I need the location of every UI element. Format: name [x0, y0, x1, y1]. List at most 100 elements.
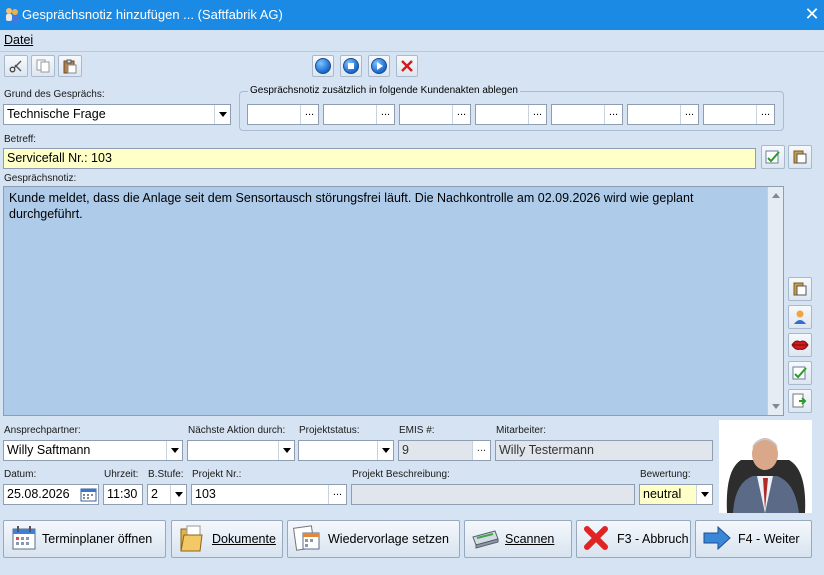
weiter-button[interactable]: F4 - Weiter [695, 520, 812, 558]
datum-label: Datum: [4, 469, 37, 480]
notiz-textarea[interactable]: Kunde meldet, dass die Anlage seit dem S… [3, 186, 784, 416]
naechste-aktion-label: Nächste Aktion durch: [188, 425, 286, 436]
toolbar [0, 53, 824, 81]
delete-x-icon[interactable] [396, 55, 418, 77]
spellcheck-icon[interactable] [788, 361, 812, 385]
title-bar: Gesprächsnotiz hinzufügen ... (Saftfabri… [0, 0, 824, 30]
wiedervorlage-label: Wiedervorlage setzen [328, 532, 449, 546]
calendar-icon [10, 524, 38, 555]
grund-label: Grund des Gesprächs: [4, 89, 105, 100]
kundenakte-field-7[interactable]: ... [703, 104, 775, 125]
uhrzeit-label: Uhrzeit: [104, 469, 139, 480]
spellcheck-icon[interactable] [761, 145, 785, 169]
chevron-down-icon[interactable] [278, 441, 294, 460]
ansprechpartner-label: Ansprechpartner: [4, 425, 81, 436]
folder-icon [178, 523, 206, 556]
arrow-right-icon [702, 525, 732, 553]
notiz-label: Gesprächsnotiz: [4, 173, 77, 184]
bstufe-value: 2 [151, 487, 158, 501]
cancel-x-icon [583, 525, 609, 554]
ellipsis-button[interactable]: ... [300, 105, 318, 124]
projektbeschreibung-label: Projekt Beschreibung: [352, 469, 450, 480]
chevron-down-icon[interactable] [170, 485, 186, 504]
grund-value: Technische Frage [7, 107, 106, 121]
contact-person-icon[interactable] [788, 305, 812, 329]
dokumente-label: Dokumente [212, 532, 276, 546]
people-icon [4, 6, 20, 24]
ellipsis-button[interactable]: ... [604, 105, 622, 124]
ellipsis-button[interactable]: ... [376, 105, 394, 124]
ellipsis-button[interactable]: ... [756, 105, 774, 124]
naechste-aktion-select[interactable] [187, 440, 295, 461]
uhrzeit-input[interactable]: 11:30 [103, 484, 143, 505]
close-icon[interactable]: ✕ [800, 3, 824, 27]
emis-field[interactable]: 9 ... [398, 440, 491, 461]
document-calendar-icon [292, 523, 322, 556]
terminplaner-button[interactable]: Terminplaner öffnen [3, 520, 166, 558]
notiz-scrollbar[interactable] [767, 187, 783, 415]
ellipsis-button[interactable]: ... [452, 105, 470, 124]
play-icon[interactable] [368, 55, 390, 77]
kundenakte-field-2[interactable]: ... [323, 104, 395, 125]
abbruch-button[interactable]: F3 - Abbruch [576, 520, 691, 558]
projektnr-value: 103 [195, 487, 216, 501]
calendar-icon[interactable] [80, 487, 97, 502]
kundenakte-field-4[interactable]: ... [475, 104, 547, 125]
ellipsis-button[interactable]: ... [328, 485, 346, 504]
mitarbeiter-field: Willy Testermann [495, 440, 713, 461]
emis-value: 9 [402, 443, 409, 457]
stop-icon[interactable] [340, 55, 362, 77]
wiedervorlage-button[interactable]: Wiedervorlage setzen [287, 520, 460, 558]
chevron-down-icon[interactable] [696, 485, 712, 504]
chevron-down-icon[interactable] [214, 105, 230, 124]
ansprechpartner-value: Willy Saftmann [7, 443, 91, 457]
scannen-label: Scannen [505, 532, 555, 546]
datum-input[interactable]: 25.08.2026 [3, 484, 99, 505]
projektbeschreibung-field [351, 484, 635, 505]
emis-label: EMIS #: [399, 425, 435, 436]
paste-icon[interactable] [58, 55, 82, 77]
copy-icon[interactable] [31, 55, 55, 77]
projektnr-input[interactable]: 103 ... [191, 484, 347, 505]
chevron-down-icon[interactable] [377, 441, 393, 460]
betreff-input[interactable]: Servicefall Nr.: 103 [3, 148, 756, 169]
datum-value: 25.08.2026 [7, 487, 70, 501]
lips-icon[interactable] [788, 333, 812, 357]
kundenakten-label: Gesprächsnotiz zusätzlich in folgende Ku… [248, 85, 520, 96]
text-blocks-icon[interactable] [788, 277, 812, 301]
abbruch-label: F3 - Abbruch [617, 532, 689, 546]
projektnr-label: Projekt Nr.: [192, 469, 242, 480]
projektstatus-select[interactable] [298, 440, 394, 461]
text-blocks-icon[interactable] [788, 145, 812, 169]
contact-photo [719, 420, 812, 513]
scannen-button[interactable]: Scannen [464, 520, 572, 558]
scroll-down-icon[interactable] [772, 404, 780, 409]
window-title: Gesprächsnotiz hinzufügen ... (Saftfabri… [22, 7, 283, 22]
ellipsis-button[interactable]: ... [680, 105, 698, 124]
kundenakte-field-6[interactable]: ... [627, 104, 699, 125]
menu-datei[interactable]: Datei [4, 33, 33, 47]
kundenakte-field-5[interactable]: ... [551, 104, 623, 125]
record-icon[interactable] [312, 55, 334, 77]
terminplaner-label: Terminplaner öffnen [42, 532, 153, 546]
notiz-text: Kunde meldet, dass die Anlage seit dem S… [9, 191, 694, 221]
export-document-icon[interactable] [788, 389, 812, 413]
ansprechpartner-select[interactable]: Willy Saftmann [3, 440, 183, 461]
betreff-label: Betreff: [4, 134, 37, 145]
ellipsis-button[interactable]: ... [472, 441, 490, 460]
bewertung-label: Bewertung: [640, 469, 691, 480]
ellipsis-button[interactable]: ... [528, 105, 546, 124]
scanner-icon [471, 527, 499, 552]
grund-select[interactable]: Technische Frage [3, 104, 231, 125]
scissors-icon[interactable] [4, 55, 28, 77]
menu-bar: Datei [0, 30, 824, 52]
chevron-down-icon[interactable] [166, 441, 182, 460]
dokumente-button[interactable]: Dokumente [171, 520, 283, 558]
mitarbeiter-label: Mitarbeiter: [496, 425, 547, 436]
bewertung-select[interactable]: neutral [639, 484, 713, 505]
kundenakte-field-1[interactable]: ... [247, 104, 319, 125]
bstufe-label: B.Stufe: [148, 469, 184, 480]
scroll-up-icon[interactable] [772, 193, 780, 198]
bstufe-select[interactable]: 2 [147, 484, 187, 505]
kundenakte-field-3[interactable]: ... [399, 104, 471, 125]
